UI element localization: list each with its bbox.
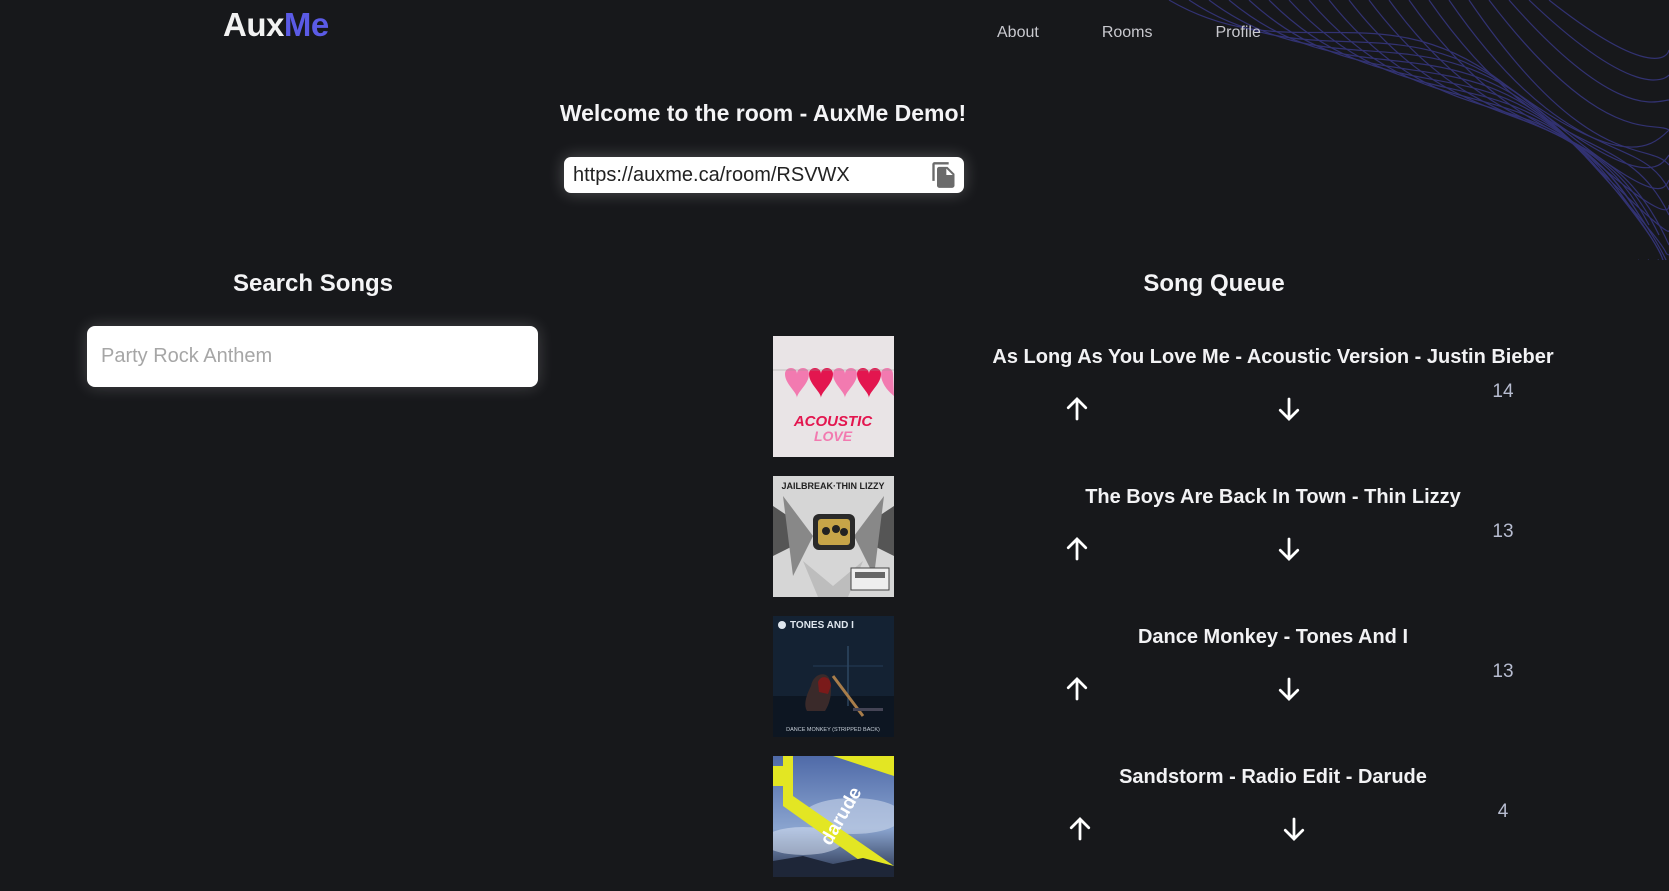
album-art: ACOUSTIC LOVE [773, 336, 894, 457]
queue-item: darude Sandstorm - Radio Edit - Darude 4 [773, 756, 1623, 877]
queue-title: Song Queue [1143, 270, 1285, 297]
album-art: TONES AND I DANCE MONKEY (STRIPPED BACK) [773, 616, 894, 737]
nav-rooms[interactable]: Rooms [1102, 24, 1153, 42]
upvote-arrow-icon[interactable] [1065, 814, 1095, 844]
vote-count: 13 [1492, 521, 1514, 542]
upvote-arrow-icon[interactable] [1062, 674, 1092, 704]
search-input[interactable] [101, 326, 521, 387]
queue-item: JAILBREAK·THIN LIZZY The Boys Are Back I… [773, 476, 1623, 597]
song-title: The Boys Are Back In Town - Thin Lizzy [1085, 486, 1461, 508]
upvote-arrow-icon[interactable] [1062, 534, 1092, 564]
vote-count: 14 [1492, 381, 1514, 402]
downvote-arrow-icon[interactable] [1274, 394, 1304, 424]
song-title: Sandstorm - Radio Edit - Darude [1119, 766, 1427, 788]
album-art: JAILBREAK·THIN LIZZY [773, 476, 894, 597]
logo-me: Me [283, 6, 329, 43]
nav-profile[interactable]: Profile [1216, 24, 1261, 42]
song-title: As Long As You Love Me - Acoustic Versio… [992, 346, 1554, 368]
logo-aux: Aux [223, 6, 284, 43]
vote-count: 4 [1497, 801, 1509, 822]
song-title: Dance Monkey - Tones And I [1137, 626, 1409, 648]
nav-about[interactable]: About [997, 24, 1039, 42]
copy-icon[interactable] [930, 161, 958, 189]
downvote-arrow-icon[interactable] [1274, 674, 1304, 704]
upvote-arrow-icon[interactable] [1062, 394, 1092, 424]
room-link-box [564, 157, 964, 193]
page: AuxMe About Rooms Profile Welcome to the… [0, 0, 1669, 891]
room-link-field[interactable] [573, 160, 913, 190]
album-art-text: JAILBREAK·THIN LIZZY [782, 481, 885, 491]
album-art: darude [773, 756, 894, 877]
main-nav: About Rooms Profile [997, 24, 1324, 42]
queue-item: ACOUSTIC LOVE As Long As You Love Me - A… [773, 336, 1623, 457]
logo[interactable]: AuxMe [223, 6, 329, 44]
downvote-arrow-icon[interactable] [1279, 814, 1309, 844]
search-box [87, 326, 538, 387]
room-title: Welcome to the room - AuxMe Demo! [559, 100, 967, 126]
album-art-text: TONES AND I [790, 620, 854, 631]
downvote-arrow-icon[interactable] [1274, 534, 1304, 564]
album-art-text: LOVE [814, 428, 853, 444]
search-title: Search Songs [232, 270, 394, 297]
album-art-text: DANCE MONKEY (STRIPPED BACK) [786, 727, 880, 733]
vote-count: 13 [1492, 661, 1514, 682]
queue-item: TONES AND I DANCE MONKEY (STRIPPED BACK)… [773, 616, 1623, 737]
